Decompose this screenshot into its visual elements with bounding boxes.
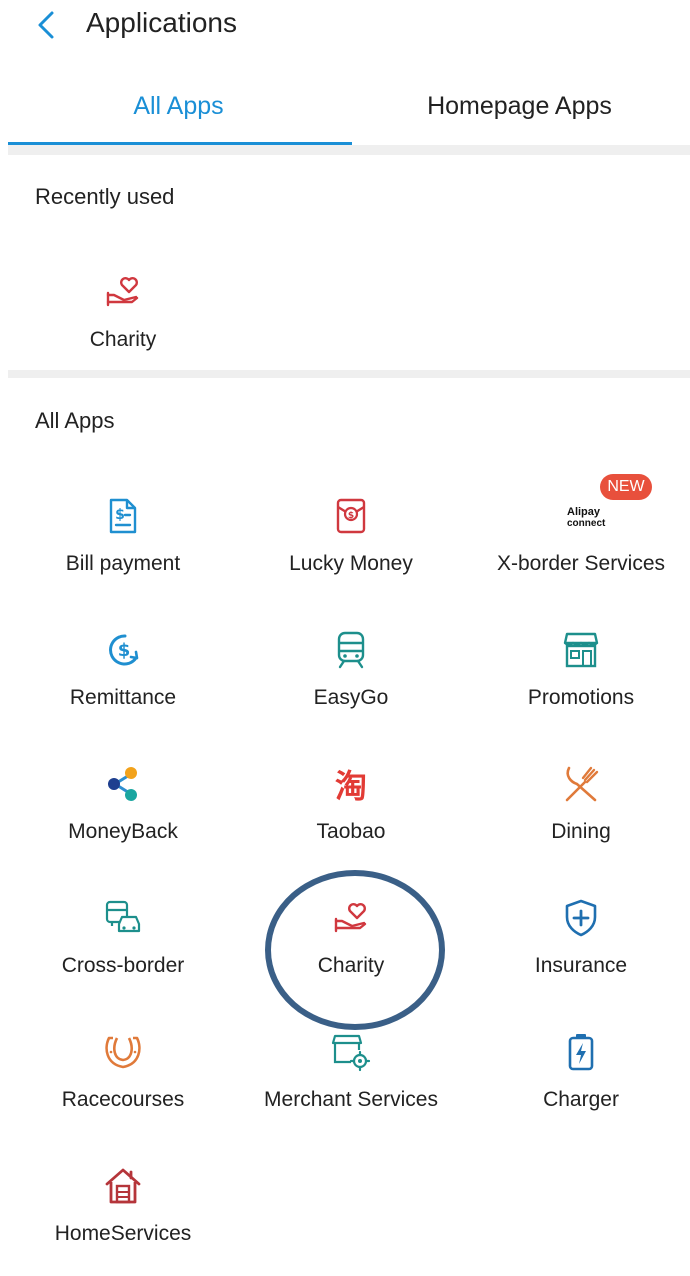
page-title: Applications (86, 7, 237, 38)
shield-plus-icon (565, 899, 597, 937)
tab-bar: All Apps Homepage Apps (8, 62, 690, 148)
app-easygo[interactable]: EasyGo (236, 630, 466, 740)
divider (8, 145, 690, 155)
svg-text:Alipay: Alipay (567, 506, 601, 518)
svg-text:$: $ (118, 640, 131, 661)
app-label: MoneyBack (68, 820, 178, 843)
new-badge: NEW (600, 474, 652, 500)
app-label: Bill payment (65, 552, 181, 575)
store-icon (563, 632, 599, 668)
dining-icon (565, 766, 599, 802)
charity-icon (106, 277, 139, 307)
app-moneyback[interactable]: MoneyBack (8, 764, 238, 874)
battery-charge-icon (568, 1034, 594, 1071)
recent-section-title: Recently used (35, 184, 175, 209)
app-insurance[interactable]: Insurance (466, 898, 690, 1008)
app-label: Cross-border (61, 954, 185, 977)
app-bill-payment[interactable]: $ Bill payment (8, 496, 238, 606)
app-label: Merchant Services (264, 1088, 438, 1111)
app-label: Charity (317, 954, 385, 977)
divider (8, 370, 690, 378)
recent-app-charity[interactable]: Charity (8, 272, 238, 382)
app-racecourses[interactable]: Racecourses (8, 1032, 238, 1142)
app-merchant-services[interactable]: Merchant Services (236, 1032, 466, 1142)
app-promotions[interactable]: Promotions (466, 630, 690, 740)
app-label: Charity (89, 328, 157, 351)
train-icon (337, 631, 365, 669)
app-homeservices[interactable]: HomeServices (8, 1166, 238, 1276)
svg-text:淘: 淘 (335, 767, 367, 804)
app-cross-border[interactable]: Cross-border (8, 898, 238, 1008)
tab-all-apps[interactable]: All Apps (8, 62, 349, 148)
app-label: Remittance (69, 686, 177, 709)
house-icon (105, 1168, 141, 1204)
app-charger[interactable]: Charger (466, 1032, 690, 1142)
app-lucky-money[interactable]: $ Lucky Money (236, 496, 466, 606)
merchant-settings-icon (331, 1034, 371, 1072)
app-label: Insurance (534, 954, 628, 977)
app-label: Taobao (316, 820, 386, 843)
bill-icon: $ (109, 498, 137, 534)
app-label: Charger (543, 1088, 619, 1111)
alipay-connect-icon: Alipay connect (567, 506, 606, 529)
app-dining[interactable]: Dining (466, 764, 690, 874)
app-label: Racecourses (61, 1088, 185, 1111)
app-x-border-services[interactable]: Alipay connect X-border Services (466, 496, 690, 606)
svg-text:connect: connect (567, 518, 606, 529)
app-header: Applications (0, 0, 690, 52)
tab-homepage-apps[interactable]: Homepage Apps (349, 62, 690, 148)
back-arrow-icon[interactable] (30, 8, 64, 42)
red-envelope-icon: $ (336, 498, 366, 534)
svg-text:$: $ (348, 511, 354, 521)
taobao-icon: 淘 (335, 767, 367, 804)
charity-icon (334, 903, 367, 933)
app-taobao[interactable]: 淘 Taobao (236, 764, 466, 874)
app-charity[interactable]: Charity (236, 898, 466, 1008)
cross-border-icon (105, 900, 141, 933)
horseshoe-icon (105, 1036, 141, 1069)
app-label: Dining (551, 820, 611, 843)
app-label: Lucky Money (289, 552, 413, 575)
app-label: Promotions (527, 686, 635, 709)
app-remittance[interactable]: $ Remittance (8, 630, 238, 740)
app-label: X-border Services (496, 552, 666, 575)
app-label: HomeServices (54, 1222, 192, 1245)
remittance-icon: $ (109, 634, 139, 666)
moneyback-icon (108, 767, 137, 801)
svg-text:$: $ (115, 507, 125, 523)
app-label: EasyGo (313, 686, 389, 709)
all-apps-section-title: All Apps (35, 408, 115, 433)
